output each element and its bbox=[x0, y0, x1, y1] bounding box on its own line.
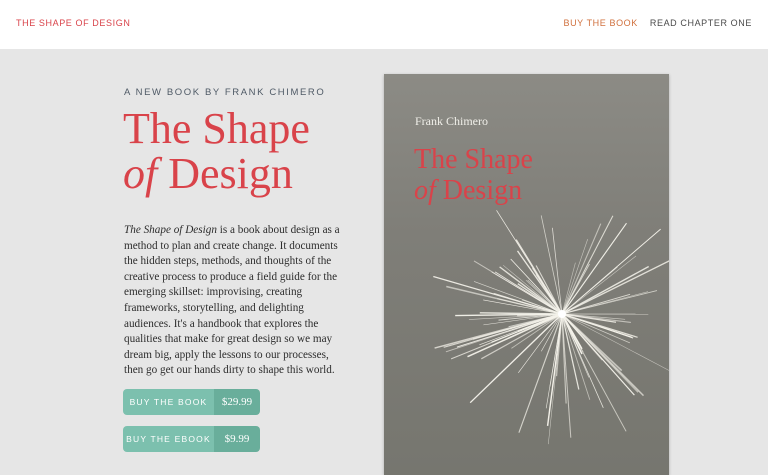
page-title: The Shape of Design bbox=[123, 106, 363, 196]
burst-ray bbox=[561, 313, 604, 408]
buy-book-label: BUY THE BOOK bbox=[123, 389, 214, 415]
burst-ray bbox=[479, 312, 563, 315]
top-bar: THE SHAPE OF DESIGN BUY THE BOOK READ CH… bbox=[0, 0, 768, 49]
nav-buy-the-book[interactable]: BUY THE BOOK bbox=[563, 18, 637, 28]
top-nav: BUY THE BOOK READ CHAPTER ONE bbox=[563, 18, 752, 28]
buy-the-book-button[interactable]: BUY THE BOOK $29.99 bbox=[123, 389, 260, 415]
burst-center bbox=[558, 310, 566, 318]
title-design: Design bbox=[157, 149, 293, 198]
site-brand-link[interactable]: THE SHAPE OF DESIGN bbox=[16, 18, 130, 28]
cover-burst-illustration bbox=[433, 210, 669, 445]
title-of: of bbox=[123, 149, 158, 198]
author-eyebrow: A NEW BOOK BY FRANK CHIMERO bbox=[124, 87, 326, 98]
description-body: is a book about design as a method to pl… bbox=[124, 224, 340, 377]
buy-ebook-price: $9.99 bbox=[214, 426, 260, 452]
description-book-title: The Shape of Design bbox=[124, 224, 217, 236]
book-cover-image: Frank Chimero The Shape of Design bbox=[384, 74, 669, 475]
burst-ray bbox=[561, 223, 602, 315]
burst-ray bbox=[561, 215, 614, 315]
nav-read-chapter-one[interactable]: READ CHAPTER ONE bbox=[650, 18, 752, 28]
title-line-1: The Shape bbox=[123, 104, 310, 153]
buy-book-price: $29.99 bbox=[214, 389, 260, 415]
buy-the-ebook-button[interactable]: BUY THE EBOOK $9.99 bbox=[123, 426, 260, 452]
book-description: The Shape of Design is a book about desi… bbox=[124, 223, 346, 379]
buy-ebook-label: BUY THE EBOOK bbox=[123, 426, 214, 452]
